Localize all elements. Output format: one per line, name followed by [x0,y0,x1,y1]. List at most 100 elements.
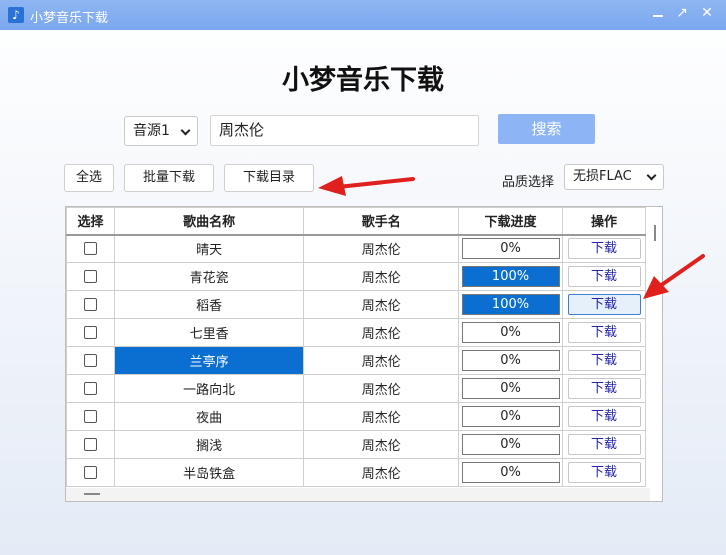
row-checkbox[interactable] [83,438,97,451]
scroll-thumb[interactable] [84,493,100,495]
search-button[interactable]: 搜索 [498,114,595,144]
operation-cell: 下载 [562,458,646,487]
quality-select[interactable]: 无损FLAC [564,164,664,190]
download-button[interactable]: 下载 [567,322,641,343]
table-row[interactable]: 搁浅 周杰伦 0% 下载 [66,430,646,459]
progress-text: 0% [500,353,521,368]
download-button[interactable]: 下载 [567,434,641,455]
download-directory-button[interactable]: 下载目录 [224,164,314,192]
source-select-value: 音源1 [133,123,170,139]
progress-bar: 0% [461,406,560,427]
table-row[interactable]: 夜曲 周杰伦 0% 下载 [66,402,646,431]
progress-bar: 100% [461,294,560,315]
singer-cell: 周杰伦 [303,318,460,347]
chevron-down-icon [646,170,657,181]
download-button[interactable]: 下载 [567,350,641,371]
music-note-icon: ♪ [8,7,24,23]
singer-cell: 周杰伦 [303,346,460,375]
progress-text: 100% [491,297,530,312]
row-checkbox-cell [66,402,115,431]
row-checkbox-cell [66,234,115,263]
singer-cell: 周杰伦 [303,458,460,487]
header-song-name: 歌曲名称 [113,207,305,236]
download-button[interactable]: 下载 [567,406,641,427]
search-input[interactable]: 周杰伦 [210,115,479,146]
operation-cell: 下载 [562,374,646,403]
table-row[interactable]: 稻香 周杰伦 100% 下载 [66,290,646,319]
progress-text: 0% [500,381,521,396]
operation-cell: 下载 [562,318,646,347]
progress-cell: 0% [458,318,564,347]
operation-cell: 下载 [562,402,646,431]
row-checkbox[interactable] [83,410,97,423]
progress-cell: 0% [458,458,564,487]
row-checkbox-cell [66,318,115,347]
song-name-cell: 青花瓷 [113,262,305,291]
horizontal-scrollbar[interactable] [66,488,650,501]
quality-label: 品质选择 [502,175,555,190]
download-button[interactable]: 下载 [567,238,641,260]
minimize-icon[interactable] [648,3,668,23]
operation-cell: 下载 [562,346,646,375]
operation-cell: 下载 [562,430,646,459]
title-bar: ♪ 小梦音乐下载 ↗ ✕ [0,0,726,30]
row-checkbox[interactable] [83,382,97,395]
progress-bar: 0% [461,322,560,343]
page-title: 小梦音乐下载 [282,65,444,96]
window-title: 小梦音乐下载 [30,11,109,26]
progress-bar: 0% [461,434,560,455]
progress-bar: 100% [461,266,560,287]
singer-cell: 周杰伦 [303,234,460,263]
source-select[interactable]: 音源1 [124,116,198,146]
song-name-cell: 七里香 [113,318,305,347]
song-table: 选择 歌曲名称 歌手名 下载进度 操作 晴天 周杰伦 0% 下载 青花瓷 周杰伦 100% 下… [65,206,663,502]
table-row[interactable]: 青花瓷 周杰伦 100% 下载 [66,262,646,291]
download-button[interactable]: 下载 [567,294,641,315]
row-checkbox-cell [66,430,115,459]
table-row[interactable]: 一路向北 周杰伦 0% 下载 [66,374,646,403]
progress-text: 100% [491,269,530,284]
table-header-row: 选择 歌曲名称 歌手名 下载进度 操作 [66,207,646,236]
row-checkbox[interactable] [83,466,97,479]
row-checkbox[interactable] [83,242,97,256]
table-row[interactable]: 七里香 周杰伦 0% 下载 [66,318,646,347]
operation-cell: 下载 [562,234,646,263]
progress-cell: 100% [458,262,564,291]
row-checkbox-cell [66,374,115,403]
vertical-scrollbar[interactable] [650,207,662,501]
row-checkbox[interactable] [83,270,97,283]
progress-cell: 0% [458,430,564,459]
header-select: 选择 [66,207,115,236]
row-checkbox[interactable] [83,326,97,339]
progress-text: 0% [500,409,521,424]
song-name-cell: 稻香 [113,290,305,319]
quality-select-value: 无损FLAC [573,169,632,184]
header-operation: 操作 [562,207,646,236]
singer-cell: 周杰伦 [303,290,460,319]
table-row[interactable]: 半岛铁盒 周杰伦 0% 下载 [66,458,646,487]
download-button[interactable]: 下载 [567,462,641,483]
download-button[interactable]: 下载 [567,378,641,399]
song-name-cell: 夜曲 [113,402,305,431]
operation-cell: 下载 [562,290,646,319]
row-checkbox[interactable] [83,354,97,367]
table-row[interactable]: 兰亭序 周杰伦 0% 下载 [66,346,646,375]
progress-text: 0% [500,437,521,452]
download-button[interactable]: 下载 [567,266,641,287]
singer-cell: 周杰伦 [303,262,460,291]
row-checkbox-cell [66,290,115,319]
maximize-icon[interactable]: ↗ [672,3,692,23]
singer-cell: 周杰伦 [303,374,460,403]
song-name-cell: 搁浅 [113,430,305,459]
progress-bar: 0% [461,350,560,371]
row-checkbox[interactable] [83,298,97,311]
close-icon[interactable]: ✕ [697,3,717,23]
singer-cell: 周杰伦 [303,430,460,459]
scroll-thumb[interactable] [654,225,656,241]
header-singer: 歌手名 [303,207,460,236]
progress-bar: 0% [461,378,560,399]
batch-download-button[interactable]: 批量下载 [124,164,214,192]
table-row[interactable]: 晴天 周杰伦 0% 下载 [66,234,646,263]
select-all-button[interactable]: 全选 [64,164,114,192]
song-name-cell: 兰亭序 [113,346,305,375]
